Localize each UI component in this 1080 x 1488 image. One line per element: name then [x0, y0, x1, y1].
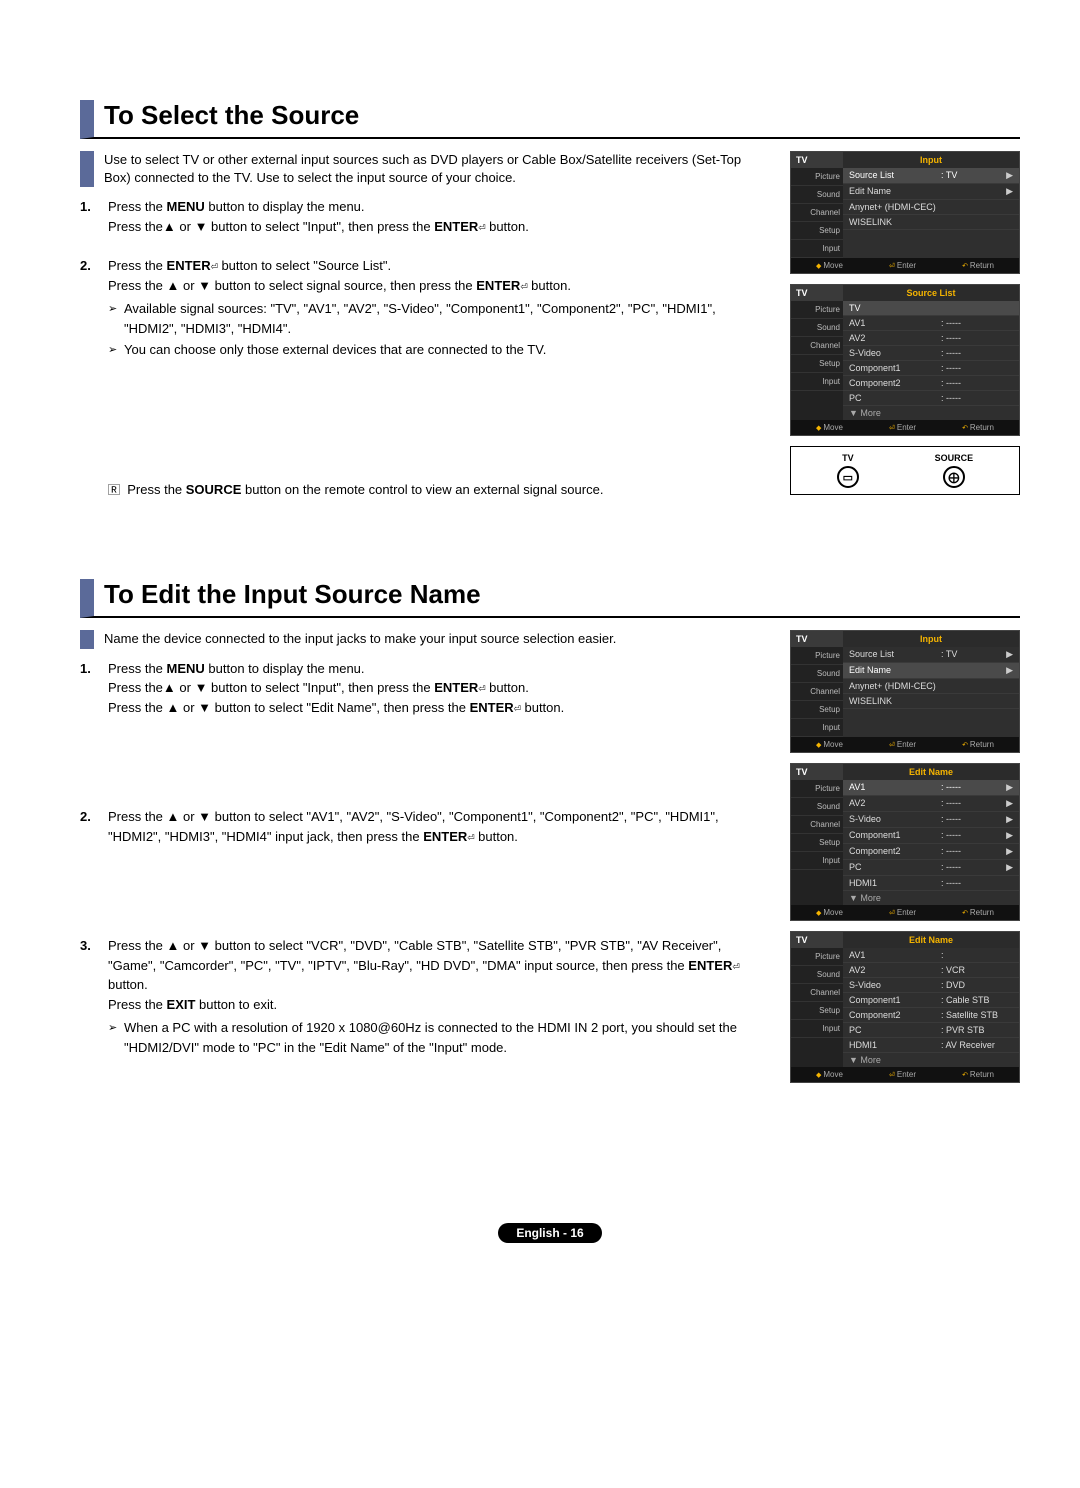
osd-row: Edit Name▶: [843, 663, 1019, 679]
osd-row: HDMI1: AV Receiver: [843, 1038, 1019, 1053]
remote-source-label: SOURCE: [935, 453, 974, 463]
step-2: Press the ▲ or ▼ button to select "AV1",…: [80, 807, 770, 846]
osd-row: S-Video: DVD: [843, 978, 1019, 993]
osd-source-list-panel: TVSource List PictureSoundChannelSetupIn…: [790, 284, 1020, 436]
osd-edit-name-dropdown: TVEdit Name PictureSoundChannelSetupInpu…: [790, 931, 1020, 1083]
osd-row: Anynet+ (HDMI-CEC): [843, 679, 1019, 694]
osd-column: TVInput PictureSoundChannelSetupInput So…: [790, 151, 1020, 499]
remote-icon: 🅁: [108, 483, 127, 497]
osd-row: WISELINK: [843, 694, 1019, 709]
steps-list: Press the MENU button to display the men…: [80, 197, 770, 360]
section-title: To Edit the Input Source Name: [80, 579, 1020, 618]
osd-row: Component2: -----▶: [843, 844, 1019, 860]
steps-list: Press the MENU button to display the men…: [80, 659, 770, 1058]
intro-text: Use to select TV or other external input…: [80, 151, 770, 187]
osd-edit-name-panel: TVEdit Name PictureSoundChannelSetupInpu…: [790, 763, 1020, 921]
osd-row: HDMI1: -----: [843, 876, 1019, 891]
remote-note: 🅁 Press the SOURCE button on the remote …: [80, 480, 770, 500]
osd-row: Edit Name▶: [843, 184, 1019, 200]
osd-row: AV2: -----: [843, 331, 1019, 346]
osd-row: PC: -----▶: [843, 860, 1019, 876]
enter-icon: ⏎: [520, 279, 527, 293]
step-1: Press the MENU button to display the men…: [80, 197, 770, 236]
substep: You can choose only those external devic…: [108, 340, 770, 360]
osd-column: TVInput PictureSoundChannelSetupInputSou…: [790, 630, 1020, 1083]
enter-icon: ⏎: [732, 959, 739, 973]
remote-source-button: ⨁: [943, 466, 965, 488]
remote-tv-button: ▭: [837, 466, 859, 488]
osd-row: AV1: -----▶: [843, 780, 1019, 796]
osd-row: Component2: -----: [843, 376, 1019, 391]
osd-row: Anynet+ (HDMI-CEC): [843, 200, 1019, 215]
remote-tv-label: TV: [842, 453, 854, 463]
step-1: Press the MENU button to display the men…: [80, 659, 770, 718]
osd-row: S-Video: -----: [843, 346, 1019, 361]
left-column: Name the device connected to the input j…: [80, 630, 770, 1083]
osd-row: Source List: TV▶: [843, 647, 1019, 663]
section-edit-name: To Edit the Input Source Name Name the d…: [80, 579, 1020, 1083]
osd-row: S-Video: -----▶: [843, 812, 1019, 828]
osd-row: PC: -----: [843, 391, 1019, 406]
osd-row: Component1: Cable STB: [843, 993, 1019, 1008]
left-column: Use to select TV or other external input…: [80, 151, 770, 499]
osd-row: Source List: TV▶: [843, 168, 1019, 184]
step-2: Press the ENTER⏎ button to select "Sourc…: [80, 256, 770, 360]
osd-row: Component2: Satellite STB: [843, 1008, 1019, 1023]
remote-hint: TV ▭ SOURCE ⨁: [790, 446, 1020, 495]
osd-row: Component1: -----▶: [843, 828, 1019, 844]
osd-input-panel-2: TVInput PictureSoundChannelSetupInputSou…: [790, 630, 1020, 753]
osd-row: PC: PVR STB: [843, 1023, 1019, 1038]
osd-row: Component1: -----: [843, 361, 1019, 376]
substep: When a PC with a resolution of 1920 x 10…: [108, 1018, 770, 1057]
section-title: To Select the Source: [80, 100, 1020, 139]
page-footer: English - 16: [80, 1223, 1020, 1243]
osd-row: AV1:: [843, 948, 1019, 963]
enter-icon: ⏎: [514, 701, 521, 715]
osd-row: AV2: -----▶: [843, 796, 1019, 812]
page-number: English - 16: [498, 1223, 601, 1243]
osd-row: WISELINK: [843, 215, 1019, 230]
osd-row: TV: [843, 301, 1019, 316]
substep: Available signal sources: "TV", "AV1", "…: [108, 299, 770, 338]
enter-icon: ⏎: [467, 830, 474, 844]
section-select-source: To Select the Source Use to select TV or…: [80, 100, 1020, 499]
intro-text: Name the device connected to the input j…: [80, 630, 770, 648]
osd-input-panel: TVInput PictureSoundChannelSetupInput So…: [790, 151, 1020, 274]
osd-row: AV2: VCR: [843, 963, 1019, 978]
osd-row: AV1: -----: [843, 316, 1019, 331]
enter-icon: ⏎: [211, 259, 218, 273]
step-3: Press the ▲ or ▼ button to select "VCR",…: [80, 936, 770, 1057]
